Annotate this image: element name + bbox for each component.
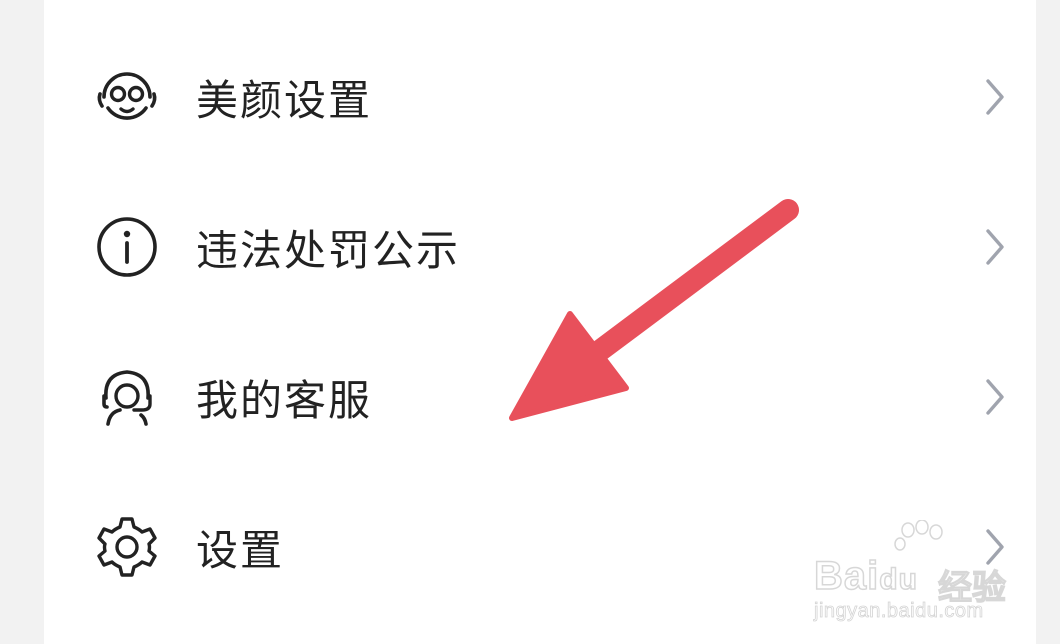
menu-item-label: 我的客服	[196, 375, 373, 425]
screen: 美颜设置 违法处罚公示 我的客服 设置 Baidu 经验 jingyan.bai…	[0, 0, 1060, 644]
menu-item-settings[interactable]: 设置	[44, 472, 1036, 622]
info-icon	[94, 214, 160, 280]
menu-item-label: 设置	[196, 525, 285, 575]
gear-icon	[94, 514, 160, 580]
customer-service-icon	[94, 364, 160, 430]
beauty-face-icon	[94, 64, 160, 130]
menu-card: 美颜设置 违法处罚公示 我的客服 设置	[44, 0, 1036, 644]
menu-item-violation-notice[interactable]: 违法处罚公示	[44, 172, 1036, 322]
chevron-right-icon	[980, 77, 1008, 117]
menu-item-customer-service[interactable]: 我的客服	[44, 322, 1036, 472]
menu-item-label: 违法处罚公示	[196, 225, 461, 275]
chevron-right-icon	[980, 377, 1008, 417]
chevron-right-icon	[980, 227, 1008, 267]
chevron-right-icon	[980, 527, 1008, 567]
menu-item-label: 美颜设置	[196, 75, 373, 125]
menu-item-beauty-settings[interactable]: 美颜设置	[44, 22, 1036, 172]
